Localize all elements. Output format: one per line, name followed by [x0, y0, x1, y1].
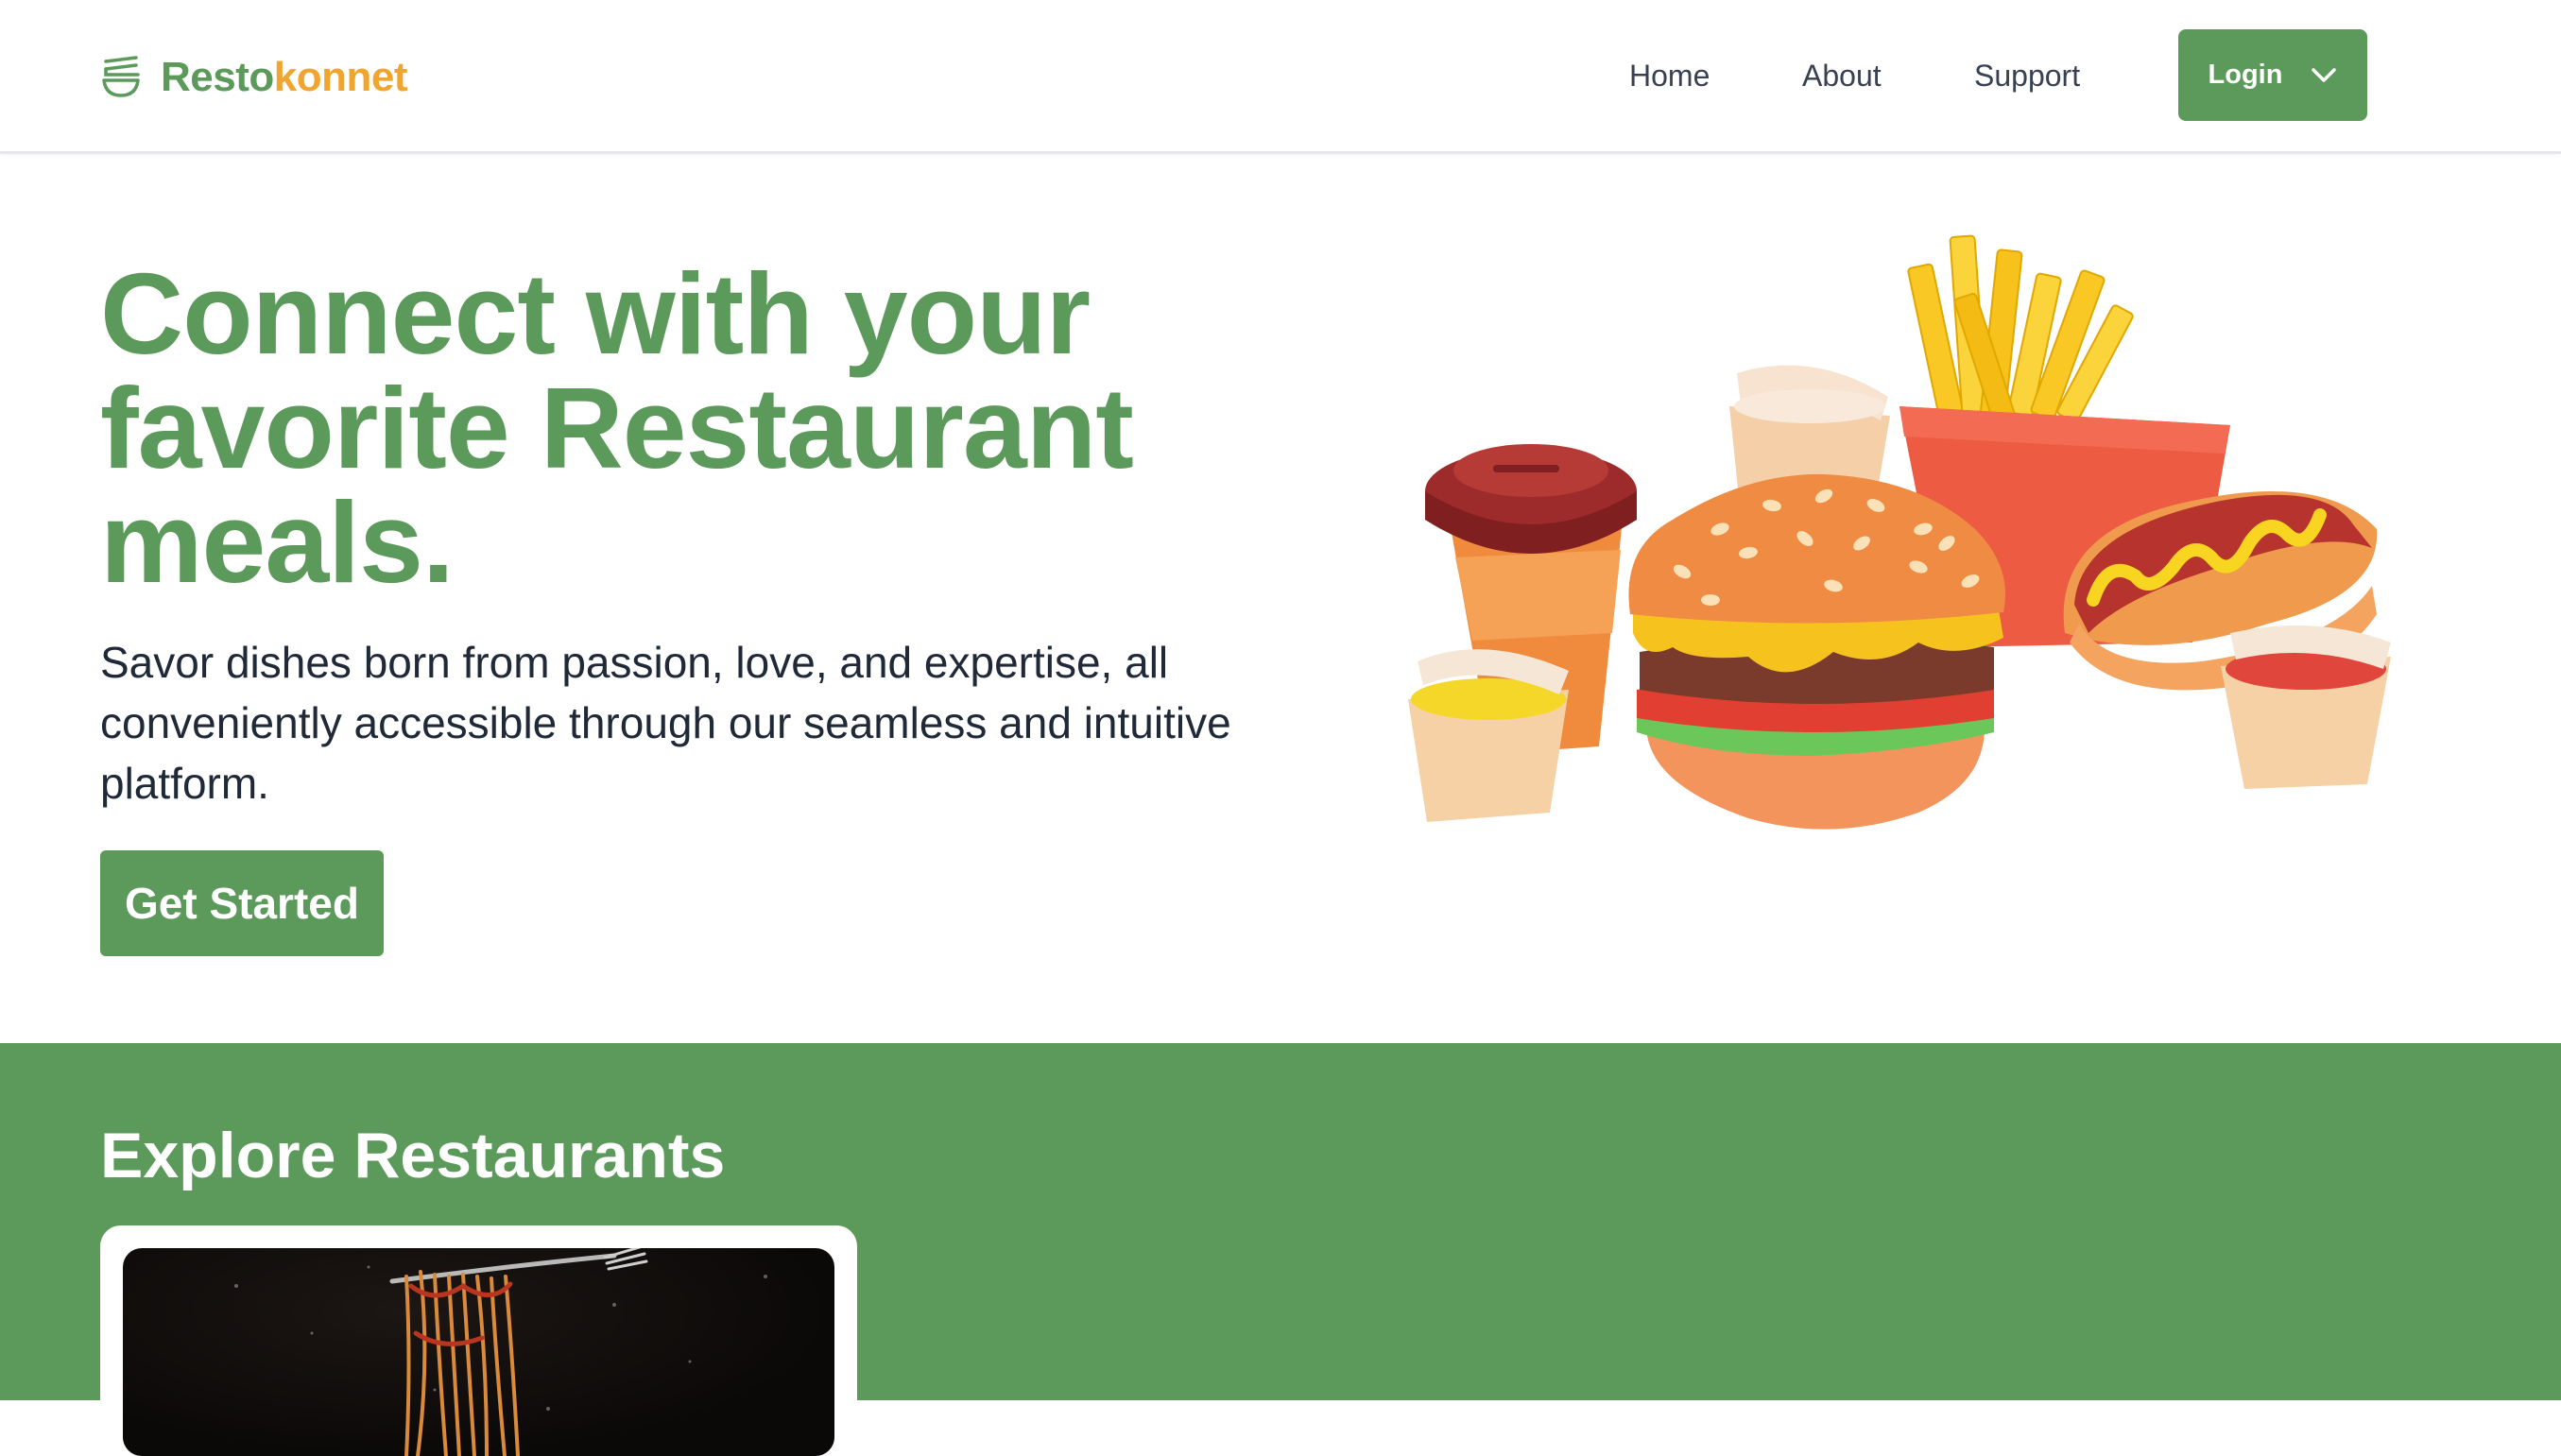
- nav-about-link[interactable]: About: [1802, 55, 1882, 96]
- pasta-fork-image: [234, 1248, 767, 1456]
- hero-subtitle: Savor dishes born from passion, love, an…: [100, 638, 1231, 808]
- sauce-cup-mustard-illustration: [1408, 649, 1569, 822]
- get-started-button[interactable]: Get Started: [100, 850, 384, 956]
- restaurant-card[interactable]: [100, 1225, 857, 1456]
- fast-food-illustration: [1408, 234, 2391, 830]
- burger-illustration: [1628, 473, 2005, 830]
- bowl-icon: [102, 56, 140, 97]
- sauce-cup-ketchup-illustration: [2221, 625, 2391, 789]
- login-label: Login: [2208, 60, 2283, 90]
- nav-home-link[interactable]: Home: [1629, 55, 1710, 96]
- brand-name-part2: konnet: [273, 54, 408, 100]
- brand-logo[interactable]: Restokonnet: [100, 49, 407, 106]
- brand-name: Restokonnet: [161, 49, 407, 106]
- chevron-down-icon: [2312, 67, 2337, 82]
- nav-support-link[interactable]: Support: [1974, 55, 2080, 96]
- restaurant-card-image: [123, 1248, 834, 1456]
- hero-title: Connect with your favorite Restaurant me…: [100, 249, 1134, 607]
- explore-title: Explore Restaurants: [100, 1120, 726, 1191]
- explore-section: Explore Restaurants: [0, 1043, 2561, 1456]
- navbar: Restokonnet Home About Support Login: [0, 0, 2561, 154]
- brand-name-part1: Resto: [161, 54, 274, 100]
- login-dropdown-button[interactable]: Login: [2178, 29, 2367, 121]
